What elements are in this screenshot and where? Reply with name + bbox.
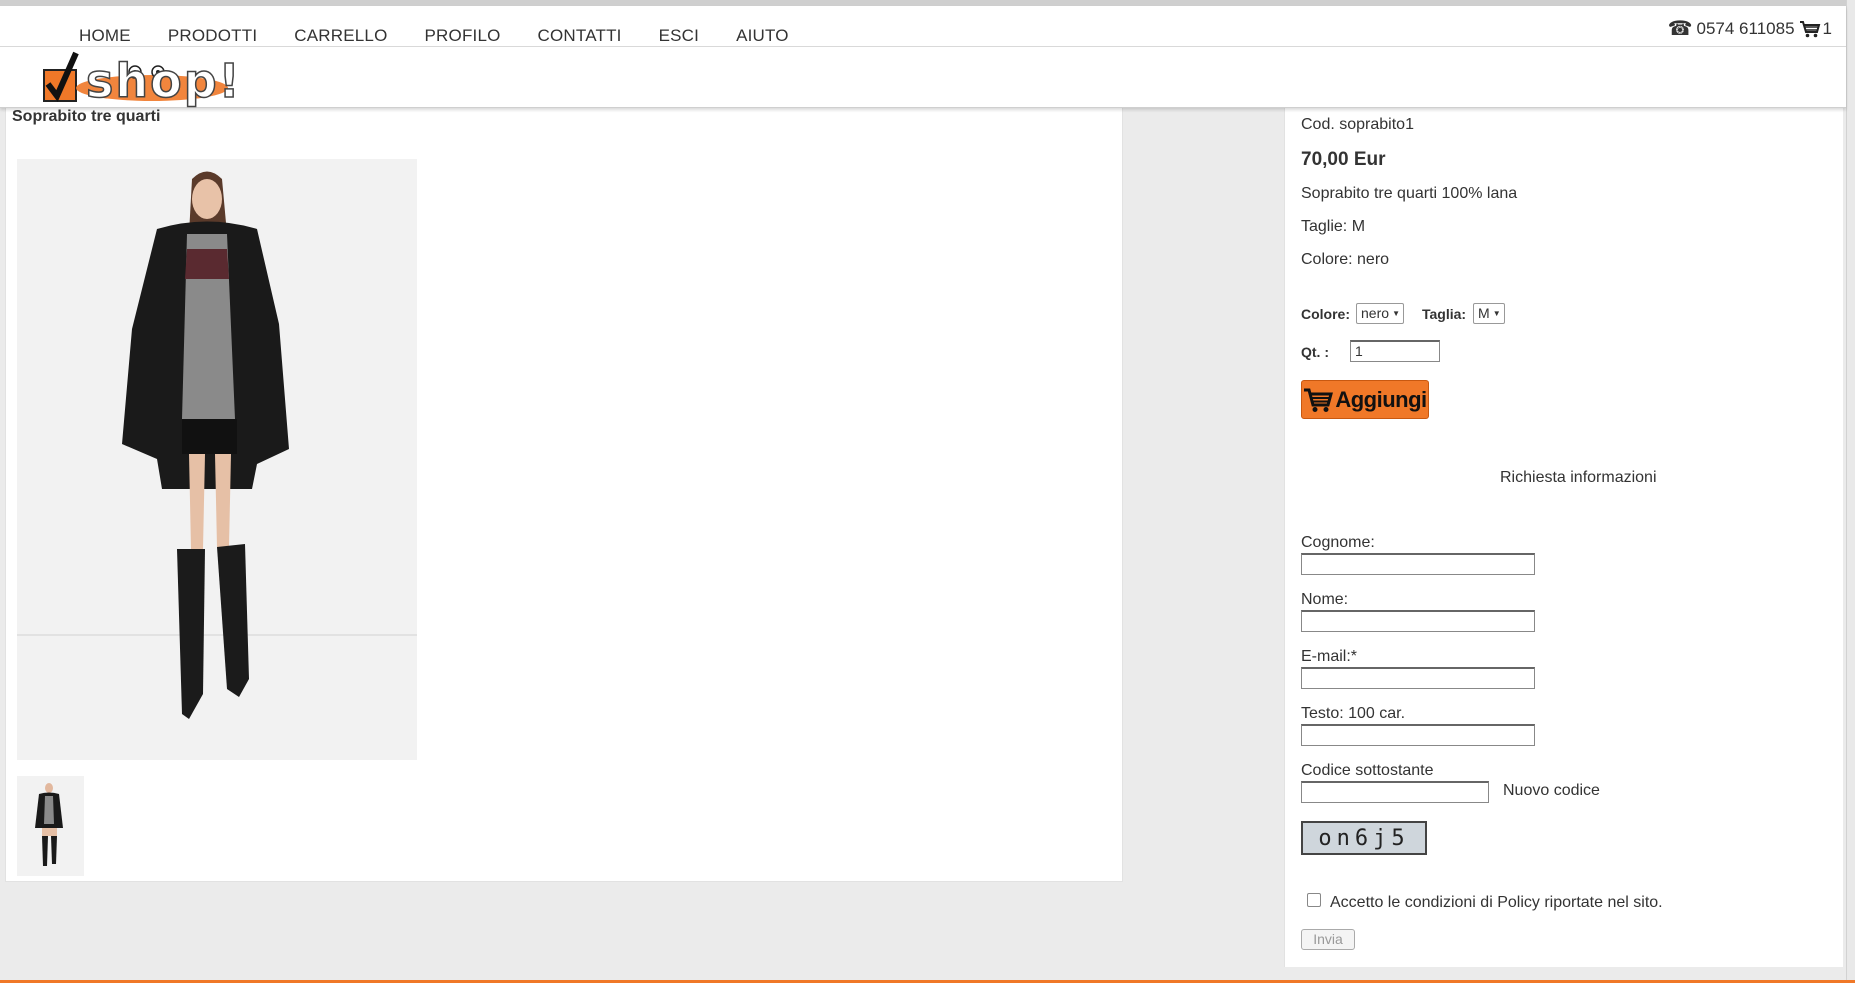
header-cart[interactable]: 1 bbox=[1799, 19, 1832, 39]
email-label: E-mail:* bbox=[1301, 648, 1358, 665]
nav-divider bbox=[0, 46, 1846, 47]
product-thumbnail[interactable] bbox=[17, 776, 84, 876]
chevron-down-icon: ▼ bbox=[1392, 309, 1401, 318]
product-main-image[interactable] bbox=[17, 159, 417, 760]
product-title: Soprabito tre quarti bbox=[12, 108, 161, 125]
new-captcha-link[interactable]: Nuovo codice bbox=[1503, 782, 1600, 800]
captcha-code-label: Codice sottostante bbox=[1301, 762, 1434, 779]
main-nav: HOME PRODOTTI CARRELLO PROFILO CONTATTI … bbox=[79, 20, 826, 52]
color-select-label: Colore: bbox=[1301, 306, 1350, 322]
nome-input[interactable] bbox=[1301, 610, 1535, 632]
color-select-value: nero bbox=[1361, 305, 1390, 321]
product-color: Colore: nero bbox=[1301, 251, 1390, 268]
logo-text: shop! bbox=[85, 53, 242, 109]
policy-checkbox[interactable] bbox=[1307, 893, 1321, 907]
size-select-value: M bbox=[1478, 305, 1490, 321]
product-details-panel: Cod. soprabito1 70,00 Eur Soprabito tre … bbox=[1284, 107, 1843, 967]
qty-value: 1 bbox=[1355, 343, 1363, 359]
chevron-down-icon: ▼ bbox=[1492, 309, 1501, 318]
product-price: 70,00 Eur bbox=[1301, 149, 1386, 170]
page-scrollbar[interactable] bbox=[1846, 0, 1855, 983]
testo-input[interactable] bbox=[1301, 724, 1535, 746]
captcha-input[interactable] bbox=[1301, 781, 1489, 803]
nav-home[interactable]: HOME bbox=[79, 20, 131, 52]
qty-label: Qt. : bbox=[1301, 344, 1329, 360]
email-input[interactable] bbox=[1301, 667, 1535, 689]
submit-button[interactable]: Invia bbox=[1301, 929, 1355, 950]
product-gallery-panel: Soprabito tre quarti bbox=[5, 107, 1123, 882]
info-form-title: Richiesta informazioni bbox=[1500, 469, 1657, 486]
cognome-label: Cognome: bbox=[1301, 534, 1375, 551]
shopping-cart-icon bbox=[1304, 388, 1334, 412]
phone-number: 0574 611085 bbox=[1696, 18, 1795, 38]
size-select[interactable]: M ▼ bbox=[1473, 303, 1505, 324]
phone-icon: ☎ bbox=[1667, 18, 1693, 40]
site-header: HOME PRODOTTI CARRELLO PROFILO CONTATTI … bbox=[0, 6, 1846, 109]
header-contact: ☎ 0574 611085 1 bbox=[1668, 16, 1832, 41]
qty-input[interactable]: 1 bbox=[1350, 340, 1440, 362]
product-sizes: Taglie: M bbox=[1301, 218, 1366, 235]
model-coat-thumbnail bbox=[17, 776, 84, 876]
site-logo[interactable]: shop! bbox=[42, 50, 240, 109]
model-coat-image bbox=[17, 159, 417, 760]
policy-label: Accetto le condizioni di Policy riportat… bbox=[1330, 894, 1663, 911]
size-select-label: Taglia: bbox=[1422, 306, 1467, 322]
add-to-cart-label: Aggiungi bbox=[1335, 386, 1427, 412]
captcha-image: on6j5 bbox=[1301, 821, 1427, 855]
add-to-cart-button[interactable]: Aggiungi bbox=[1301, 380, 1429, 419]
nav-prodotti[interactable]: PRODOTTI bbox=[168, 20, 257, 52]
nav-contatti[interactable]: CONTATTI bbox=[538, 20, 622, 52]
cognome-input[interactable] bbox=[1301, 553, 1535, 575]
nome-label: Nome: bbox=[1301, 591, 1349, 608]
color-select[interactable]: nero ▼ bbox=[1356, 303, 1405, 324]
product-code: Cod. soprabito1 bbox=[1301, 116, 1414, 133]
nav-profilo[interactable]: PROFILO bbox=[425, 20, 501, 52]
cart-count: 1 bbox=[1822, 18, 1832, 38]
nav-aiuto[interactable]: AIUTO bbox=[736, 20, 789, 52]
nav-esci[interactable]: ESCI bbox=[659, 20, 699, 52]
testo-label: Testo: 100 car. bbox=[1301, 705, 1406, 722]
captcha-text: on6j5 bbox=[1318, 825, 1410, 851]
product-description: Soprabito tre quarti 100% lana bbox=[1301, 185, 1518, 202]
shopping-cart-icon bbox=[1799, 20, 1820, 37]
nav-carrello[interactable]: CARRELLO bbox=[294, 20, 387, 52]
